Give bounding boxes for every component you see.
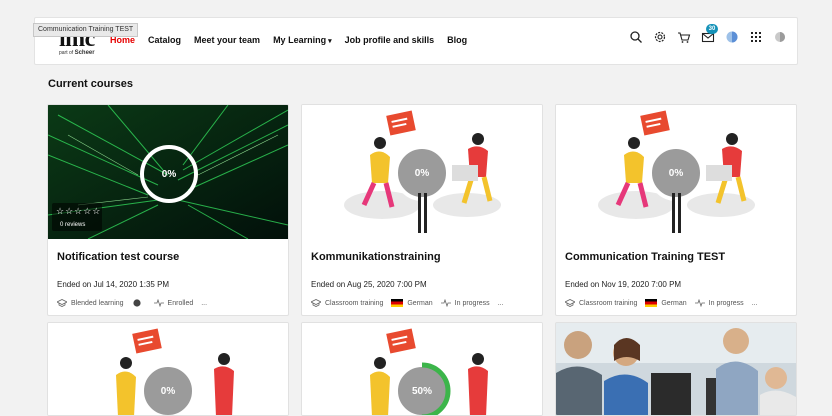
main-nav: Home Catalog Meet your team My Learning ▾… [110, 35, 467, 45]
header-icons: 30 [629, 24, 787, 44]
course-card[interactable]: 0% [47, 322, 289, 416]
course-meta: Classroom training German In progress ..… [564, 298, 758, 308]
search-icon[interactable] [629, 30, 643, 44]
course-card[interactable]: 0% Communication Training TEST Ended on … [555, 104, 797, 316]
apps-icon[interactable] [749, 30, 763, 44]
course-status: In progress [454, 299, 490, 307]
top-navigation-bar: imc part of Scheer Home Catalog Meet you… [34, 17, 798, 65]
progress-percent: 0% [162, 169, 177, 180]
nav-blog[interactable]: Blog [447, 35, 467, 45]
course-type: Blended learning [71, 299, 124, 307]
course-card[interactable] [555, 322, 797, 416]
cart-icon[interactable] [677, 30, 691, 44]
globe-icon[interactable] [725, 30, 739, 44]
graduation-cap-icon [56, 299, 68, 307]
globe-icon [132, 299, 142, 307]
progress-percent: 50% [412, 386, 432, 397]
activity-icon [694, 298, 705, 308]
course-language: German [661, 299, 687, 307]
nav-job-profile[interactable]: Job profile and skills [345, 35, 435, 45]
course-card[interactable]: 0% Kommunikationstraining Ended on Aug 2… [301, 104, 543, 316]
course-thumbnail: 50% [302, 323, 542, 415]
more-indicator[interactable]: ... [752, 300, 758, 307]
nav-my-learning-label: My Learning [273, 35, 327, 45]
section-title: Current courses [48, 78, 133, 90]
course-thumbnail: 0% [302, 105, 542, 239]
nav-meet-your-team[interactable]: Meet your team [194, 35, 260, 45]
gear-icon[interactable] [653, 30, 667, 44]
course-end-date: Ended on Nov 19, 2020 7:00 PM [565, 280, 682, 289]
mail-badge: 30 [706, 24, 718, 34]
course-title[interactable]: Communication Training TEST [565, 251, 725, 263]
course-end-date: Ended on Aug 25, 2020 7:00 PM [311, 280, 427, 289]
nav-catalog[interactable]: Catalog [148, 35, 181, 45]
course-card[interactable]: 0% ☆☆☆☆☆ 0 reviews Notification test cou… [47, 104, 289, 316]
activity-icon [153, 298, 164, 308]
course-language: German [407, 299, 433, 307]
course-card[interactable]: 50% [301, 322, 543, 416]
course-type: Classroom training [579, 299, 638, 307]
course-thumbnail: 0% ☆☆☆☆☆ 0 reviews [48, 105, 288, 239]
avatar[interactable] [773, 30, 787, 44]
course-end-date: Ended on Jul 14, 2020 1:35 PM [57, 280, 170, 289]
course-thumbnail: 0% [48, 323, 288, 415]
course-title[interactable]: Notification test course [57, 251, 179, 263]
course-title[interactable]: Kommunikationstraining [311, 251, 441, 263]
course-thumbnail: 0% [556, 105, 796, 239]
mail-icon[interactable]: 30 [701, 24, 718, 44]
chevron-down-icon: ▾ [328, 38, 332, 45]
course-thumbnail [556, 323, 796, 415]
course-status: Enrolled [167, 299, 194, 307]
german-flag-icon [645, 299, 658, 307]
course-meta: Classroom training German In progress ..… [310, 298, 504, 308]
course-type: Classroom training [325, 299, 384, 307]
graduation-cap-icon [310, 299, 322, 307]
activity-icon [440, 298, 451, 308]
logo-subtitle: part of Scheer [59, 50, 95, 56]
german-flag-icon [391, 299, 404, 307]
more-indicator[interactable]: ... [201, 300, 207, 307]
course-status: In progress [708, 299, 744, 307]
review-count: 0 reviews [60, 222, 86, 228]
nav-my-learning[interactable]: My Learning ▾ [273, 35, 332, 45]
star-rating: ☆☆☆☆☆ [56, 206, 102, 216]
progress-percent: 0% [161, 386, 176, 397]
graduation-cap-icon [564, 299, 576, 307]
more-indicator[interactable]: ... [498, 300, 504, 307]
course-meta: Blended learning Enrolled ... [56, 298, 207, 308]
tooltip: Communication Training TEST [33, 23, 139, 37]
progress-percent: 0% [415, 168, 430, 179]
progress-percent: 0% [669, 168, 684, 179]
